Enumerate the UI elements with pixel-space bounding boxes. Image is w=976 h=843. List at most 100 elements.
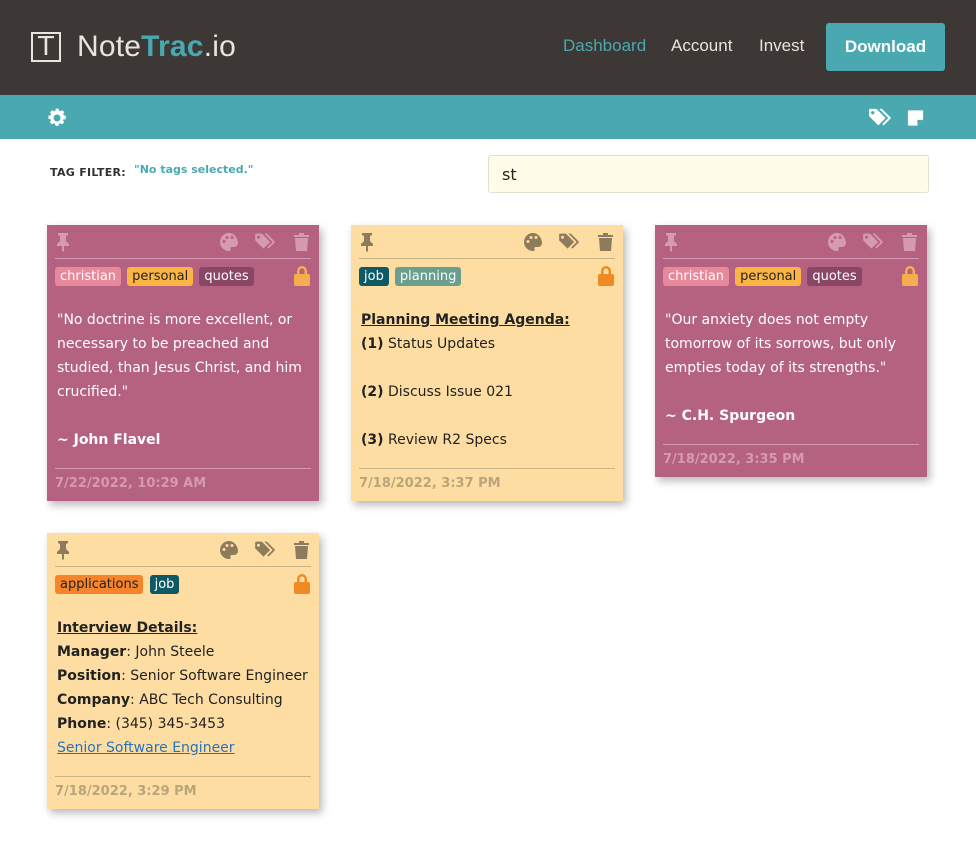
note-card[interactable]: christian personal quotes "No doctrine i…: [47, 225, 319, 501]
nav-account[interactable]: Account: [671, 36, 732, 56]
lock-icon[interactable]: [901, 265, 919, 287]
agenda-text: Review R2 Specs: [383, 432, 507, 448]
agenda-item: (1) Status Updates: [361, 332, 613, 356]
note-line: "Our anxiety does not empty: [665, 312, 869, 328]
field-key: Manager: [57, 644, 127, 660]
tag-chip[interactable]: applications: [55, 575, 144, 594]
tag-chip[interactable]: quotes: [807, 267, 862, 286]
trash-icon[interactable]: [901, 232, 918, 252]
note-actions: [47, 533, 319, 566]
note-signature: ~ John Flavel: [57, 432, 161, 448]
palette-icon[interactable]: [827, 232, 847, 252]
tag-chip[interactable]: planning: [394, 267, 462, 286]
tags-icon[interactable]: [860, 232, 888, 252]
app-logo[interactable]: NoteTrac.io: [77, 27, 236, 67]
tag-chip[interactable]: job: [359, 267, 389, 286]
note-link[interactable]: Senior Software Engineer: [57, 740, 235, 756]
note-line: studied, than Jesus Christ, and him: [57, 360, 302, 376]
tag-chip[interactable]: personal: [127, 267, 194, 286]
toolbar: [0, 95, 976, 139]
note-date: 7/18/2022, 3:35 PM: [663, 452, 805, 467]
divider: [55, 258, 311, 259]
logo-part-io: .io: [203, 30, 236, 63]
note-card[interactable]: christian personal quotes "Our anxiety d…: [655, 225, 927, 477]
tags-icon[interactable]: [252, 232, 280, 252]
note-actions: [47, 225, 319, 258]
gear-icon[interactable]: [46, 107, 68, 129]
note-date: 7/18/2022, 3:37 PM: [359, 476, 501, 491]
palette-icon[interactable]: [219, 540, 239, 560]
trash-icon[interactable]: [293, 232, 310, 252]
field-value: : (345) 345-3453: [106, 716, 225, 732]
download-button[interactable]: Download: [826, 23, 945, 71]
note-signature: ~ C.H. Spurgeon: [665, 408, 796, 424]
note-line: [665, 380, 917, 404]
note-icon[interactable]: [906, 107, 925, 129]
tag-chip[interactable]: personal: [735, 267, 802, 286]
divider: [55, 776, 311, 777]
tag-chip[interactable]: quotes: [199, 267, 254, 286]
pin-icon[interactable]: [55, 540, 71, 560]
field-key: Company: [57, 692, 131, 708]
field-row: Company: ABC Tech Consulting: [57, 688, 309, 712]
note-title: Planning Meeting Agenda:: [361, 312, 570, 328]
logo-part-note: Note: [77, 30, 142, 63]
tag-chip[interactable]: job: [149, 575, 180, 594]
note-line: tomorrow of its sorrows, but only: [665, 336, 897, 352]
note-date: 7/18/2022, 3:29 PM: [55, 784, 197, 799]
divider: [359, 258, 615, 259]
lock-icon[interactable]: [293, 573, 311, 595]
field-value: : John Steele: [126, 644, 215, 660]
note-line: necessary to be preached and: [57, 336, 270, 352]
palette-icon[interactable]: [219, 232, 239, 252]
agenda-text: Status Updates: [383, 336, 496, 352]
logo-part-trac: Trac: [141, 30, 204, 63]
tags-icon[interactable]: [556, 232, 584, 252]
tags-icon[interactable]: [868, 107, 894, 129]
logo-mark[interactable]: T: [31, 32, 61, 62]
pin-icon[interactable]: [663, 232, 679, 252]
tags-icon[interactable]: [252, 540, 280, 560]
trash-icon[interactable]: [293, 540, 310, 560]
note-line: "No doctrine is more excellent, or: [57, 312, 293, 328]
lock-icon[interactable]: [293, 265, 311, 287]
tag-filter-value[interactable]: "No tags selected.": [134, 163, 254, 177]
tag-chip[interactable]: christian: [55, 267, 122, 286]
pin-icon[interactable]: [55, 232, 71, 252]
nav-invest[interactable]: Invest: [759, 36, 804, 56]
trash-icon[interactable]: [597, 232, 614, 252]
note-card[interactable]: applications job Interview Details: Mana…: [47, 533, 319, 809]
agenda-number: (3): [361, 432, 384, 448]
lock-icon[interactable]: [597, 265, 615, 287]
divider: [663, 444, 919, 445]
note-actions: [655, 225, 927, 258]
note-actions: [351, 225, 623, 258]
search-input[interactable]: [488, 155, 929, 193]
agenda-number: (2): [361, 384, 384, 400]
palette-icon[interactable]: [523, 232, 543, 252]
note-line: crucified.": [57, 384, 129, 400]
note-tags: christian personal quotes: [55, 265, 255, 286]
nav-dashboard[interactable]: Dashboard: [563, 36, 646, 56]
note-body: "No doctrine is more excellent, or neces…: [57, 308, 309, 452]
note-card[interactable]: job planning Planning Meeting Agenda: (1…: [351, 225, 623, 501]
divider: [55, 468, 311, 469]
field-row: Phone: (345) 345-3453: [57, 712, 309, 736]
pin-icon[interactable]: [359, 232, 375, 252]
agenda-text: Discuss Issue 021: [383, 384, 513, 400]
note-line: empties today of its strengths.": [665, 360, 887, 376]
note-title: Interview Details:: [57, 620, 198, 636]
note-body: Interview Details: Manager: John Steele …: [57, 616, 309, 760]
agenda-number: (1): [361, 336, 384, 352]
tag-chip[interactable]: christian: [663, 267, 730, 286]
note-body: "Our anxiety does not empty tomorrow of …: [665, 308, 917, 428]
field-value: : Senior Software Engineer: [121, 668, 308, 684]
field-key: Position: [57, 668, 122, 684]
field-value: : ABC Tech Consulting: [130, 692, 283, 708]
note-tags: christian personal quotes: [663, 265, 863, 286]
tag-filter-label: TAG FILTER:: [50, 166, 127, 179]
field-key: Phone: [57, 716, 107, 732]
note-link-row: Senior Software Engineer: [57, 736, 309, 760]
